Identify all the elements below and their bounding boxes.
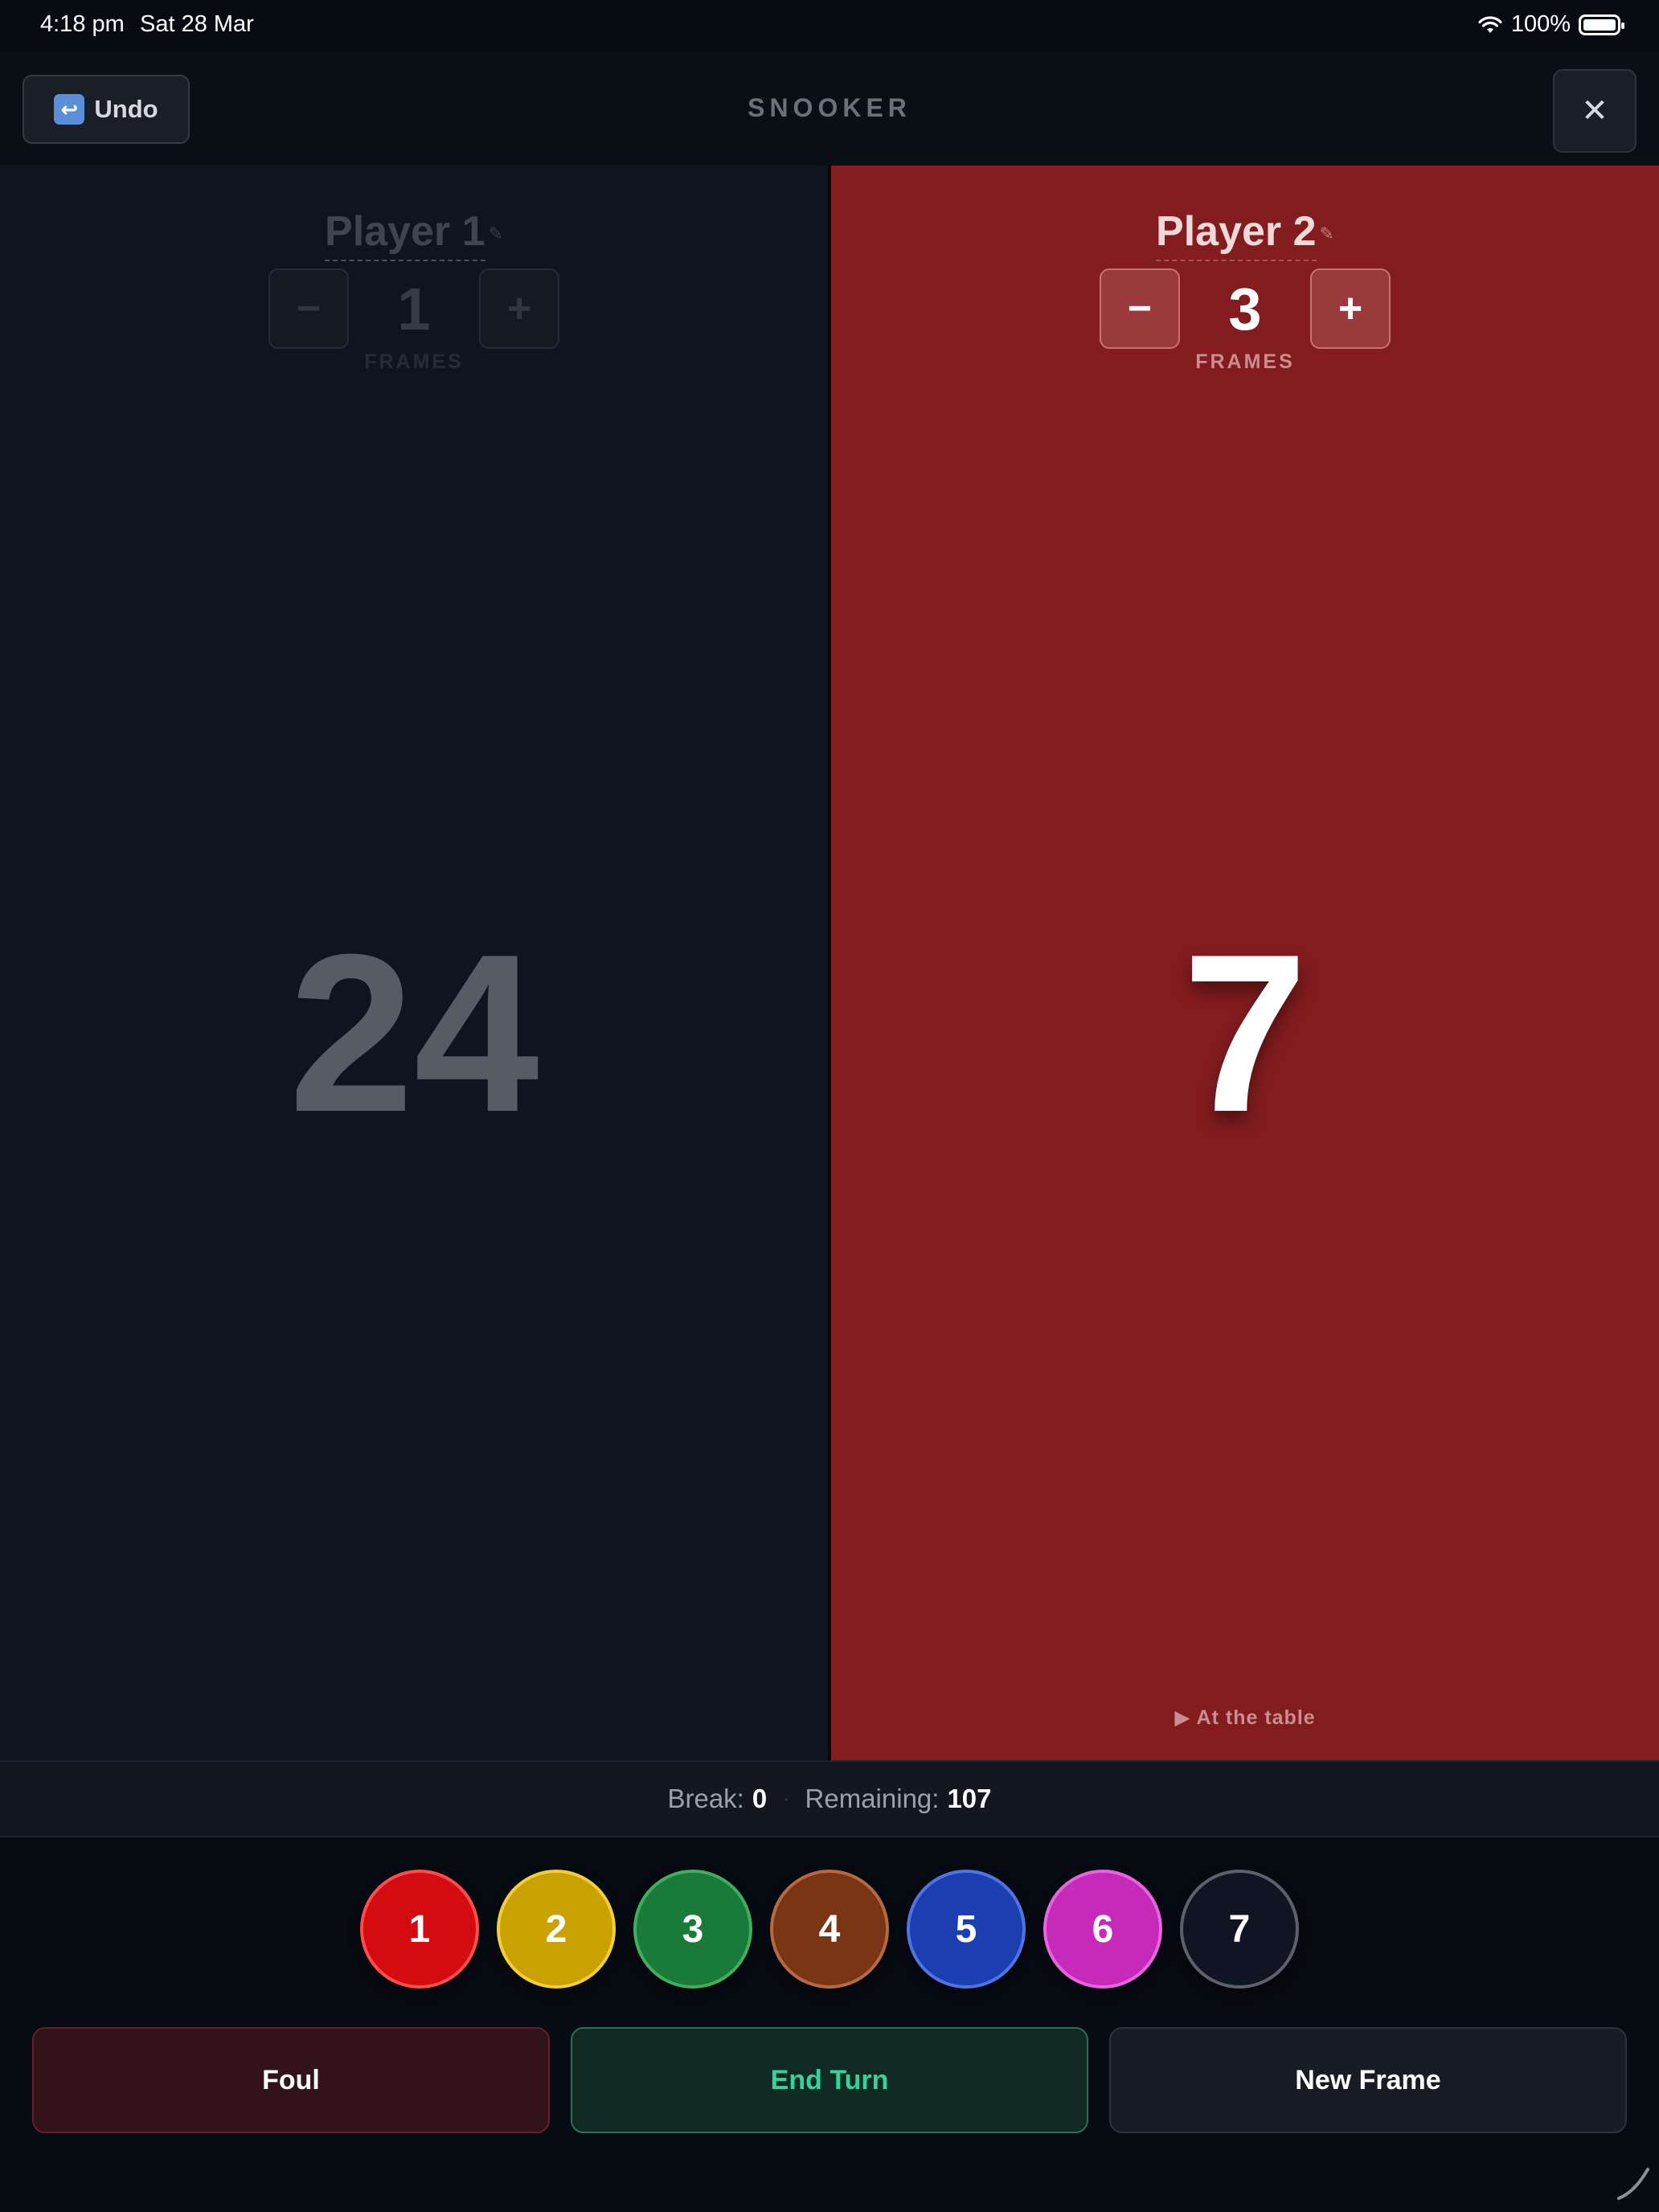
yellow-ball-button[interactable]: 2: [497, 1870, 616, 1989]
end-turn-button[interactable]: End Turn: [571, 2027, 1088, 2133]
player-1-name-text: Player 1: [325, 208, 485, 261]
battery-icon: [1579, 14, 1624, 35]
status-time: 4:18 pm: [40, 11, 125, 37]
red-ball-button[interactable]: 1: [360, 1870, 479, 1989]
blue-ball-button[interactable]: 5: [907, 1870, 1026, 1989]
black-ball-button[interactable]: 7: [1180, 1870, 1299, 1989]
battery-percent: 100%: [1510, 11, 1571, 37]
foul-button[interactable]: Foul: [32, 2027, 550, 2133]
player-1-frames-decrement-button[interactable]: −: [268, 268, 349, 349]
player-2-frames-count: 3: [1228, 275, 1262, 342]
player-1-frames-label: FRAMES: [364, 350, 464, 373]
resize-handle-icon[interactable]: [1616, 2166, 1651, 2202]
at-the-table-indicator: ▶ At the table: [1174, 1706, 1316, 1729]
brown-ball-button[interactable]: 4: [770, 1870, 889, 1989]
status-bar: 4:18 pm Sat 28 Mar 100%: [0, 0, 1659, 51]
player-1-frames-increment-button[interactable]: +: [479, 268, 559, 349]
wifi-icon: [1478, 15, 1502, 33]
edit-icon: ✎: [488, 223, 503, 244]
player-2-frames-increment-button[interactable]: +: [1310, 268, 1391, 349]
remaining-label: Remaining:: [805, 1784, 940, 1813]
player-2-score: 7: [1182, 908, 1308, 1159]
player-2-name[interactable]: Player 2 ✎: [831, 207, 1659, 261]
break-value: 0: [752, 1784, 768, 1813]
new-frame-button[interactable]: New Frame: [1109, 2027, 1627, 2133]
status-date: Sat 28 Mar: [140, 11, 254, 37]
remaining-value: 107: [947, 1784, 992, 1813]
edit-icon: ✎: [1319, 223, 1334, 244]
player-1-name[interactable]: Player 1 ✎: [0, 207, 828, 261]
close-icon: ✕: [1581, 93, 1608, 129]
status-indicators: 100%: [1477, 11, 1624, 38]
player-2-name-text: Player 2: [1156, 208, 1317, 261]
action-buttons: Foul End Turn New Frame: [32, 2027, 1627, 2133]
player-1-frames-count: 1: [397, 275, 431, 342]
player-2-frames-stepper: − 3 +: [831, 268, 1659, 349]
separator-dot: ·: [783, 1788, 789, 1809]
top-header: ↩ Undo SNOOKER ✕: [0, 51, 1659, 166]
page-title: SNOOKER: [748, 93, 911, 122]
close-button[interactable]: ✕: [1553, 69, 1636, 153]
green-ball-button[interactable]: 3: [633, 1870, 752, 1989]
player-1-panel[interactable]: Player 1 ✎ − 1 + FRAMES 24: [0, 166, 828, 1760]
pink-ball-button[interactable]: 6: [1043, 1870, 1162, 1989]
ball-buttons: 1 2 3 4 5 6 7: [0, 1870, 1659, 1989]
player-2-panel[interactable]: Player 2 ✎ − 3 + FRAMES 7 ▶ At the table: [831, 166, 1659, 1760]
player-2-frames-label: FRAMES: [1195, 350, 1295, 373]
player-1-score: 24: [289, 908, 539, 1159]
player-2-frames-decrement-button[interactable]: −: [1100, 268, 1180, 349]
player-1-frames-stepper: − 1 +: [0, 268, 828, 349]
break-label: Break:: [667, 1784, 744, 1813]
break-info-bar: Break: 0 · Remaining: 107: [0, 1760, 1659, 1837]
